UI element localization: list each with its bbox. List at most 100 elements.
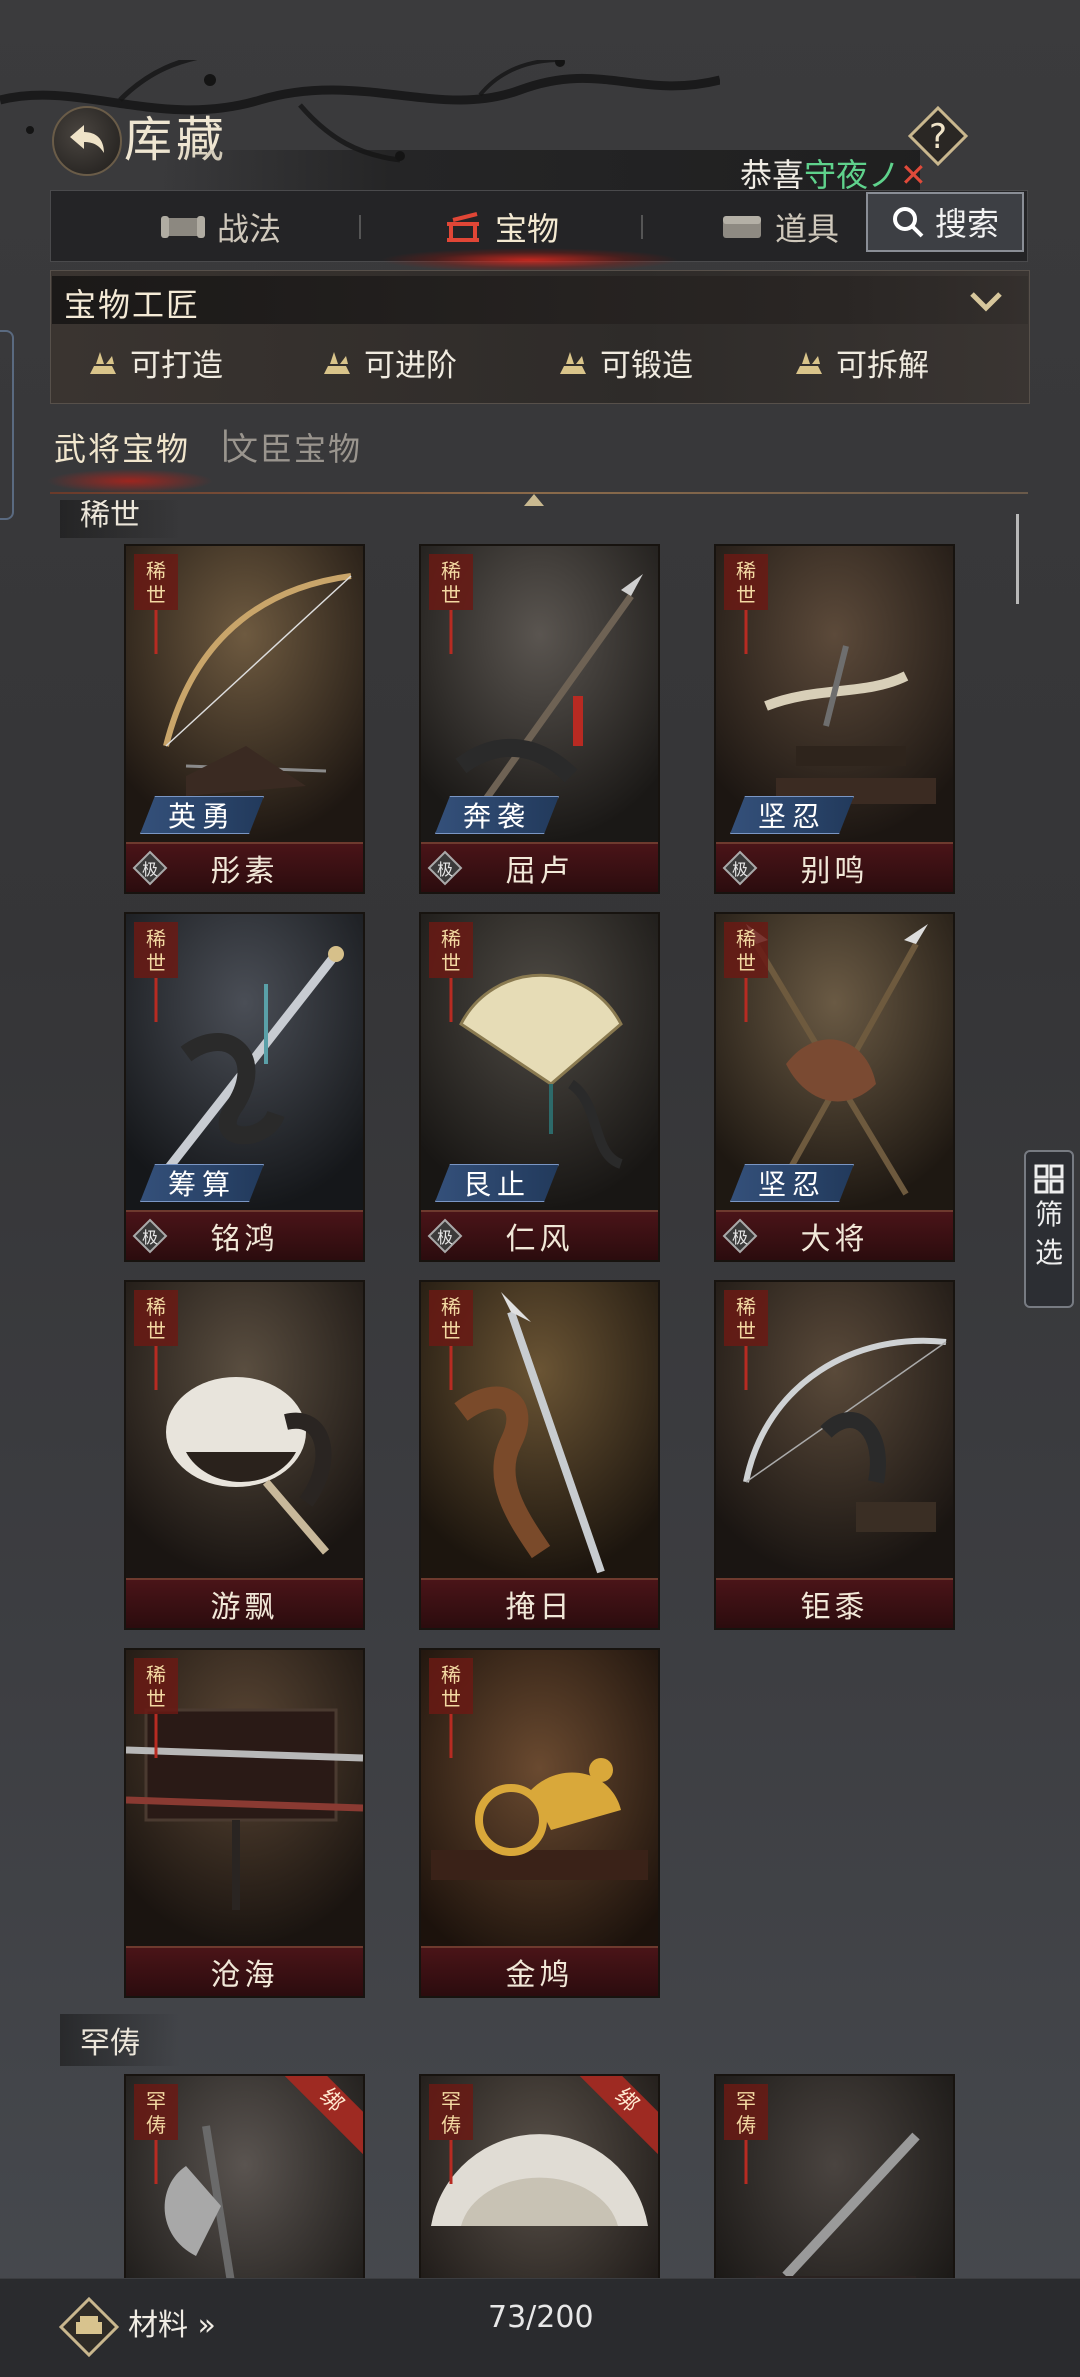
materials-icon[interactable] — [58, 2296, 120, 2358]
treasure-card[interactable]: 稀 世 钜黍 — [714, 1280, 955, 1630]
grade-badge: 极 — [132, 1218, 168, 1254]
trait-tag: 坚忍 — [730, 796, 854, 834]
subtab-general-treasure[interactable]: 武将宝物 — [54, 424, 190, 470]
svg-text:极: 极 — [732, 860, 748, 879]
tab-items[interactable]: 道具 — [721, 191, 839, 263]
section-label-rare: 稀世 — [60, 500, 180, 538]
svg-text:稀: 稀 — [736, 927, 756, 951]
subtab-indicator — [40, 468, 220, 494]
anvil-icon — [324, 351, 350, 374]
filter-label: 筛 — [1034, 1198, 1063, 1231]
anvil-icon — [560, 351, 586, 374]
rarity-badge: 稀 世 — [429, 1290, 473, 1390]
rarity-badge: 稀 世 — [134, 922, 178, 1022]
svg-text:稀: 稀 — [146, 1663, 166, 1687]
anvil-icon — [796, 351, 822, 374]
trait-tag: 艮止 — [435, 1164, 559, 1202]
treasure-card[interactable]: 罕 俦 绑 — [124, 2074, 365, 2278]
svg-text:稀: 稀 — [441, 559, 461, 583]
svg-text:?: ? — [929, 117, 947, 157]
svg-text:世: 世 — [146, 1319, 166, 1343]
rarity-badge: 稀 世 — [724, 922, 768, 1022]
grid-icon — [1034, 1164, 1064, 1194]
svg-text:极: 极 — [142, 1228, 158, 1247]
search-label: 搜索 — [934, 205, 999, 243]
broadcast-close-icon[interactable]: ✕ — [900, 156, 927, 194]
rarity-badge: 稀 世 — [429, 922, 473, 1022]
treasure-name: 掩日 — [421, 1578, 658, 1628]
tab-separator — [641, 215, 643, 239]
svg-text:极: 极 — [437, 860, 453, 879]
craft-option-label: 可进阶 — [364, 348, 457, 384]
rarity-badge: 稀 世 — [429, 1658, 473, 1758]
svg-text:俦: 俦 — [146, 2113, 166, 2137]
craft-option-advance[interactable]: 可进阶 — [320, 340, 457, 385]
svg-text:稀: 稀 — [441, 927, 461, 951]
svg-text:稀: 稀 — [736, 1295, 756, 1319]
section-label-uncommon: 罕俦 — [60, 2014, 180, 2066]
craftsman-title: 宝物工匠 — [64, 286, 201, 324]
treasure-card[interactable]: 稀 世 坚忍 别鸣 极 — [714, 544, 955, 894]
filter-label: 选 — [1034, 1236, 1063, 1269]
treasure-card[interactable]: 稀 世 奔袭 屈卢 极 — [419, 544, 660, 894]
filter-button[interactable]: 筛 选 — [1024, 1150, 1074, 1308]
svg-text:极: 极 — [732, 1228, 748, 1247]
tab-tactics-label: 战法 — [217, 210, 282, 248]
svg-text:稀: 稀 — [441, 1663, 461, 1687]
storage-count: 73/200 — [488, 2300, 594, 2335]
svg-text:世: 世 — [441, 1687, 461, 1711]
treasure-name: 游飘 — [126, 1578, 363, 1628]
treasure-card[interactable]: 稀 世 筹算 铭鸿 极 — [124, 912, 365, 1262]
svg-text:稀: 稀 — [146, 1295, 166, 1319]
chevron-down-icon[interactable] — [966, 286, 1006, 316]
tab-treasure-label: 宝物 — [495, 210, 560, 248]
materials-link[interactable]: 材料 » — [128, 2300, 216, 2344]
broadcast-player-name: 守夜ノ — [804, 156, 901, 194]
craft-option-label: 可锻造 — [600, 348, 693, 384]
scrollbar-thumb[interactable] — [1016, 514, 1019, 604]
grade-badge: 极 — [722, 1218, 758, 1254]
trait-tag: 奔袭 — [435, 796, 559, 834]
active-tab-indicator — [380, 248, 680, 272]
back-arrow-icon — [70, 125, 104, 153]
treasure-card[interactable]: 罕 俦 — [714, 2074, 955, 2278]
treasure-card[interactable]: 稀 世 沧海 — [124, 1648, 365, 1998]
search-button[interactable]: 搜索 — [866, 192, 1024, 252]
treasure-card[interactable]: 稀 世 坚忍 大将 极 — [714, 912, 955, 1262]
rarity-badge: 稀 世 — [429, 554, 473, 654]
rarity-badge: 稀 世 — [134, 554, 178, 654]
rarity-badge: 罕 俦 — [429, 2084, 473, 2184]
treasure-name: 金鸠 — [421, 1946, 658, 1996]
broadcast-prefix: 恭喜 — [740, 156, 805, 194]
svg-text:稀: 稀 — [736, 559, 756, 583]
craft-option-forge[interactable]: 可打造 — [86, 340, 223, 385]
rarity-badge: 罕 俦 — [724, 2084, 768, 2184]
treasure-card[interactable]: 稀 世 艮止 仁风 极 — [419, 912, 660, 1262]
craft-option-dismantle[interactable]: 可拆解 — [792, 340, 929, 385]
treasure-card[interactable]: 稀 世 英勇 彤素 极 — [124, 544, 365, 894]
svg-text:稀: 稀 — [146, 559, 166, 583]
back-button[interactable] — [52, 106, 122, 176]
craft-option-smelt[interactable]: 可锻造 — [556, 340, 693, 385]
rarity-badge: 罕 俦 — [134, 2084, 178, 2184]
svg-text:世: 世 — [146, 1687, 166, 1711]
svg-text:稀: 稀 — [441, 1295, 461, 1319]
trait-tag: 筹算 — [140, 1164, 264, 1202]
treasure-card[interactable]: 稀 世 游飘 — [124, 1280, 365, 1630]
treasure-card[interactable]: 稀 世 金鸠 — [419, 1648, 660, 1998]
grade-badge: 极 — [132, 850, 168, 886]
treasure-card[interactable]: 稀 世 掩日 — [419, 1280, 660, 1630]
svg-text:世: 世 — [736, 1319, 756, 1343]
side-drawer-handle[interactable] — [0, 330, 14, 520]
trait-tag: 坚忍 — [730, 1164, 854, 1202]
grade-badge: 极 — [722, 850, 758, 886]
treasure-name: 沧海 — [126, 1946, 363, 1996]
treasure-list[interactable]: 稀世 稀 世 英勇 彤素 极 稀 世 奔袭 屈卢 极 稀 世 坚忍 别鸣 极 稀… — [40, 500, 1040, 2278]
svg-text:世: 世 — [736, 583, 756, 607]
grade-badge: 极 — [427, 1218, 463, 1254]
svg-text:稀: 稀 — [146, 927, 166, 951]
subtab-civil-treasure[interactable]: 文臣宝物 — [226, 424, 362, 470]
craft-option-label: 可打造 — [130, 348, 223, 384]
treasure-card[interactable]: 罕 俦 绑 — [419, 2074, 660, 2278]
tab-tactics[interactable]: 战法 — [161, 191, 281, 263]
